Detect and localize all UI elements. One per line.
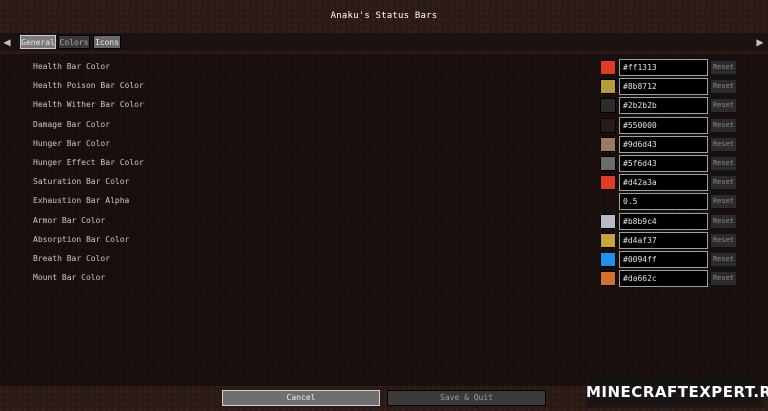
setting-row: Hunger Bar Color #9d6d43 Reset <box>0 135 768 153</box>
watermark: MINECRAFTEXPERT.RU <box>586 377 768 407</box>
reset-button[interactable]: Reset <box>710 98 737 114</box>
reset-button[interactable]: Reset <box>710 117 737 133</box>
window-title: Anaku's Status Bars <box>330 11 438 21</box>
setting-row: Exhaustion Bar Alpha 0.5 Reset <box>0 192 768 211</box>
color-swatch <box>600 60 616 75</box>
reset-button[interactable]: Reset <box>710 60 737 75</box>
chevron-right-icon[interactable]: ▶ <box>756 35 764 49</box>
value-field[interactable]: #550000 <box>619 116 708 134</box>
setting-row: Health Bar Color #ff1313 Reset <box>0 58 768 76</box>
setting-row: Absorption Bar Color #d4af37 Reset <box>0 231 768 249</box>
settings-list: Health Bar Color #ff1313 Reset Health Poiso… <box>0 54 768 386</box>
color-swatch <box>600 117 616 133</box>
setting-label: Health Wither Bar Color <box>33 100 144 110</box>
tab-bar: ◀ General Colors Icons ▶ <box>0 33 768 51</box>
tab-colors[interactable]: Colors <box>58 35 90 49</box>
value-field[interactable]: #ff1313 <box>619 59 708 76</box>
color-swatch <box>600 156 616 171</box>
reset-button[interactable]: Reset <box>710 232 737 248</box>
setting-row: Hunger Effect Bar Color #5f6d43 Reset <box>0 154 768 172</box>
reset-button[interactable]: Reset <box>710 252 737 267</box>
reset-button[interactable]: Reset <box>710 156 737 171</box>
color-swatch <box>600 175 616 191</box>
reset-button[interactable]: Reset <box>710 271 737 287</box>
reset-button[interactable]: Reset <box>710 213 737 229</box>
setting-row: Health Wither Bar Color #2b2b2b Reset <box>0 96 768 115</box>
chevron-left-icon[interactable]: ◀ <box>3 35 11 49</box>
color-swatch <box>600 213 616 229</box>
value-field[interactable]: #b8b9c4 <box>619 212 708 230</box>
color-swatch <box>600 252 616 267</box>
color-swatch <box>600 232 616 248</box>
value-field[interactable]: #0094ff <box>619 251 708 268</box>
setting-label: Hunger Effect Bar Color <box>33 158 144 167</box>
value-field[interactable]: #d4af37 <box>619 231 708 249</box>
setting-label: Hunger Bar Color <box>33 138 111 148</box>
setting-row: Breath Bar Color #0094ff Reset <box>0 250 768 268</box>
value-field[interactable]: 0.5 <box>619 193 708 211</box>
setting-label: Health Bar Color <box>33 62 111 71</box>
value-field[interactable]: #da662c <box>619 270 708 288</box>
setting-label: Damage Bar Color <box>33 119 111 129</box>
setting-label: Armor Bar Color <box>33 215 106 225</box>
setting-label: Exhaustion Bar Alpha <box>33 196 130 206</box>
value-field[interactable]: #d42a3a <box>619 174 708 192</box>
value-field[interactable]: #8b8712 <box>619 78 708 96</box>
color-swatch <box>600 136 616 152</box>
tab-general[interactable]: General <box>20 35 56 49</box>
setting-label: Saturation Bar Color <box>33 177 130 187</box>
setting-row: Saturation Bar Color #d42a3a Reset <box>0 173 768 192</box>
value-field[interactable]: #5f6d43 <box>619 155 708 172</box>
setting-label: Absorption Bar Color <box>33 234 130 244</box>
setting-row: Health Poison Bar Color #8b8712 Reset <box>0 77 768 96</box>
color-swatch <box>600 98 616 114</box>
cancel-button[interactable]: Cancel <box>222 390 380 406</box>
setting-row: Mount Bar Color #da662c Reset <box>0 269 768 288</box>
color-swatch <box>600 79 616 95</box>
reset-button[interactable]: Reset <box>710 79 737 95</box>
value-field[interactable]: #9d6d43 <box>619 135 708 153</box>
reset-button[interactable]: Reset <box>710 136 737 152</box>
save-quit-button[interactable]: Save & Quit <box>387 390 546 406</box>
value-field[interactable]: #2b2b2b <box>619 97 708 115</box>
color-swatch <box>600 271 616 287</box>
setting-row: Damage Bar Color #550000 Reset <box>0 116 768 134</box>
reset-button[interactable]: Reset <box>710 175 737 191</box>
reset-button[interactable]: Reset <box>710 194 737 210</box>
tab-icons[interactable]: Icons <box>93 35 121 49</box>
setting-row: Armor Bar Color #b8b9c4 Reset <box>0 212 768 230</box>
setting-label: Health Poison Bar Color <box>33 81 144 91</box>
setting-label: Mount Bar Color <box>33 273 106 283</box>
setting-label: Breath Bar Color <box>33 254 111 263</box>
